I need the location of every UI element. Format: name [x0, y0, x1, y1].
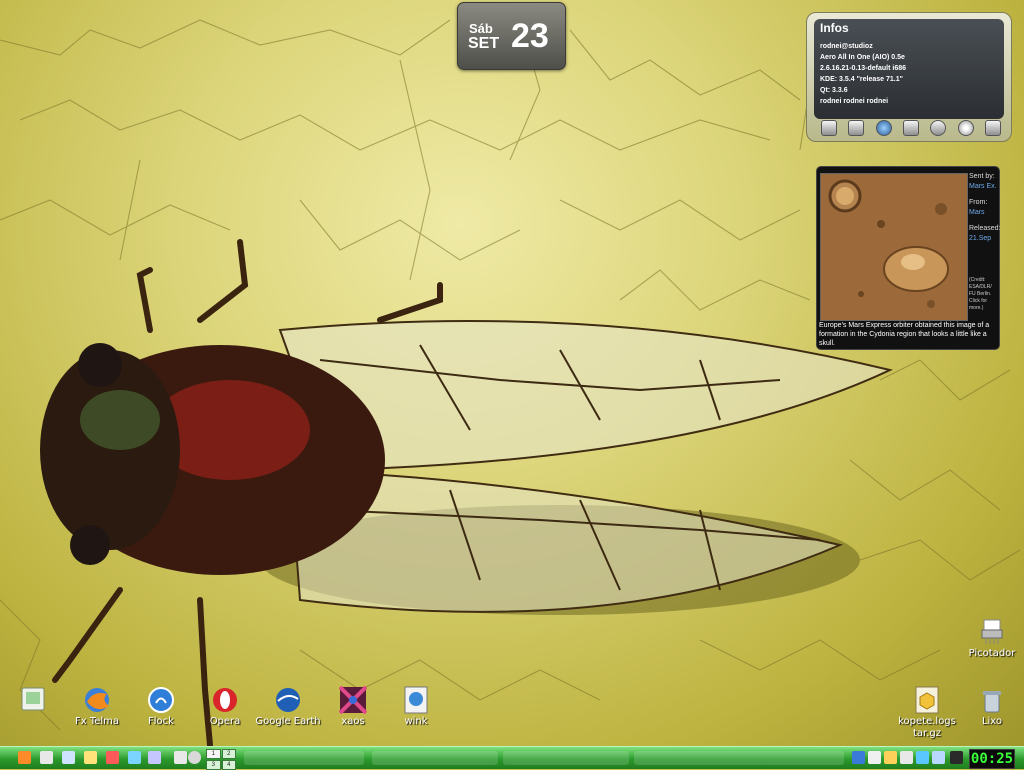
globe-icon[interactable]: [875, 120, 892, 136]
mars-image[interactable]: [820, 173, 968, 321]
from-label: From:: [969, 199, 988, 206]
mars-photo-widget[interactable]: Sent by: Mars Ex. From: Mars Released: 2…: [816, 166, 1001, 350]
desktop-icon-label: wink: [404, 716, 428, 727]
settings-icon[interactable]: [930, 120, 947, 136]
taskbar-clock[interactable]: 00:25: [969, 749, 1015, 769]
settings-icon[interactable]: [148, 751, 161, 764]
infos-line-distro: Aero All In One (AIO) 0.5e: [820, 54, 905, 61]
kopete-tray-icon[interactable]: [884, 751, 897, 764]
desktop-icon-wink[interactable]: wink: [376, 686, 456, 728]
tools-icon[interactable]: [106, 751, 119, 764]
drive-icon[interactable]: [848, 120, 865, 136]
pager-desktop-4[interactable]: 4: [221, 760, 236, 770]
volume-tray-icon[interactable]: [868, 751, 881, 764]
date-number: 23: [511, 17, 549, 55]
infos-line-user: rodnei@studioz: [820, 43, 873, 50]
speaker-icon[interactable]: [984, 120, 1001, 136]
sent-by-value[interactable]: Mars Ex.: [969, 182, 999, 192]
task-button[interactable]: [503, 751, 629, 765]
released-value[interactable]: 21.Sep: [969, 234, 999, 244]
wink-icon: [402, 686, 430, 714]
infos-lines: rodnei@studioz Aero All In One (AIO) 0.5…: [820, 41, 906, 107]
battery-tray-icon[interactable]: [950, 751, 963, 764]
network-tray-icon[interactable]: [852, 751, 865, 764]
desktop-icon-picotador[interactable]: Picotador: [952, 618, 1024, 660]
mars-credit[interactable]: (Credit: ESA/DLR/ FU Berlin. Click for m…: [969, 277, 999, 312]
chat-icon[interactable]: [128, 751, 141, 764]
infos-widget[interactable]: Infos rodnei@studioz Aero All In One (AI…: [806, 12, 1012, 142]
sent-by-label: Sent by:: [969, 173, 995, 180]
disc-icon[interactable]: [957, 120, 974, 136]
task-button[interactable]: [372, 751, 498, 765]
trash-icon: [978, 686, 1006, 714]
flock-icon: [147, 686, 175, 714]
terminal-icon[interactable]: [40, 751, 53, 764]
infos-line-extra: rodnei rodnei rodnei: [820, 98, 889, 105]
mars-surface-image: [821, 174, 967, 320]
date-widget[interactable]: Sáb SET 23: [457, 2, 566, 70]
clipboard-tray-icon[interactable]: [900, 751, 913, 764]
desktop[interactable]: Sáb SET 23 Infos rodnei@studioz Aero All…: [0, 0, 1024, 746]
clipboard-icon[interactable]: [188, 751, 201, 764]
network-icon[interactable]: [821, 120, 837, 136]
firefox-telma-icon: [83, 686, 111, 714]
mail-icon[interactable]: [84, 751, 97, 764]
infos-line-kernel: 2.6.16.21-0.13-default i686: [820, 65, 906, 72]
desktop-icon-label: Picotador: [968, 648, 1016, 659]
infos-line-kde: KDE: 3.5.4 "release 71.1": [820, 76, 903, 83]
image-file-icon: [18, 686, 46, 714]
mars-caption: Europe's Mars Express orbiter obtained t…: [819, 322, 990, 347]
taskbar: 1 2 3 4 00:25: [0, 746, 1024, 770]
infos-line-qt: Qt: 3.3.6: [820, 87, 848, 94]
date-month: SET: [468, 35, 500, 52]
google-earth-icon: [274, 686, 302, 714]
infos-icon-row: [821, 120, 1001, 138]
infos-screen: Infos rodnei@studioz Aero All In One (AI…: [814, 19, 1004, 119]
from-value[interactable]: Mars: [969, 208, 999, 218]
pager-desktop-1[interactable]: 1: [206, 749, 221, 759]
task-button[interactable]: [244, 751, 364, 765]
task-button[interactable]: [634, 751, 844, 765]
pager-desktop-2[interactable]: 2: [221, 749, 236, 759]
mars-meta: Sent by: Mars Ex. From: Mars Released: 2…: [969, 172, 1001, 250]
date-day: Sáb: [469, 21, 493, 36]
opera-icon: [211, 686, 239, 714]
infos-title: Infos: [820, 21, 849, 35]
device-tray-icon[interactable]: [932, 751, 945, 764]
archive-icon: [913, 686, 941, 714]
xaos-icon: [338, 685, 368, 715]
update-tray-icon[interactable]: [916, 751, 929, 764]
desktop-pager[interactable]: 1 2 3 4: [206, 749, 236, 770]
released-label: Released:: [969, 225, 1001, 232]
home-icon[interactable]: [18, 751, 31, 764]
shredder-icon: [978, 618, 1006, 646]
show-desktop-icon[interactable]: [174, 751, 187, 764]
browser-icon[interactable]: [62, 751, 75, 764]
desktop-icon-label: Lixo: [981, 716, 1003, 727]
desktop-icon-lixo[interactable]: Lixo: [952, 686, 1024, 728]
monitor-icon[interactable]: [902, 120, 919, 136]
pager-desktop-3[interactable]: 3: [206, 760, 221, 770]
